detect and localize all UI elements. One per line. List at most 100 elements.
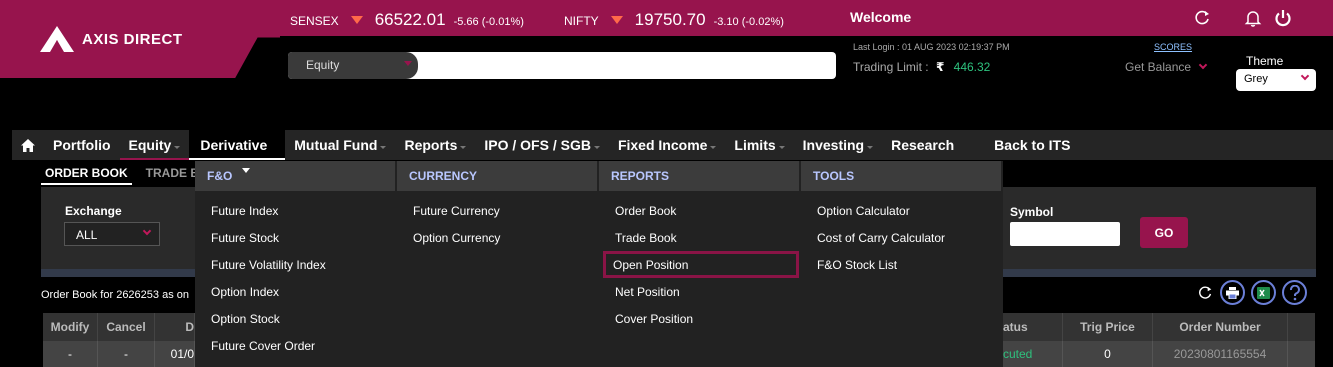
nav-back-to-its[interactable]: Back to ITS [985,130,1079,160]
chevron-down-icon [174,145,181,149]
theme-value: Grey [1244,73,1268,85]
menu-item-cover-position[interactable]: Cover Position [599,305,801,332]
nav-label: Research [891,137,955,153]
nav-limits[interactable]: Limits [725,130,793,160]
axis-direct-logo[interactable]: AXIS DIRECT [38,24,183,54]
ticker-change: -3.10 (-0.02%) [713,16,784,28]
menu-item-open-position[interactable]: Open Position [603,251,799,278]
trading-limit-label: Trading Limit : [853,60,929,74]
nav-label: Fixed Income [617,137,708,153]
menu-item-fno-stock-list[interactable]: F&O Stock List [801,251,1003,278]
nav-label: Limits [734,137,776,153]
column-header-cancel[interactable]: Cancel [98,313,155,341]
derivative-mega-menu: F&O Future Index Future Stock Future Vol… [195,161,1003,367]
ticker-value: 19750.70 [634,10,706,29]
go-button[interactable]: GO [1140,217,1188,248]
print-icon [1226,286,1239,299]
chevron-down-icon [867,145,874,149]
caret-up-icon [242,168,250,173]
chevron-down-icon [380,145,387,149]
bell-icon[interactable] [1243,8,1263,28]
ticker-bar: SENSEX 66522.01 -5.66 (-0.01%) NIFTY 197… [280,0,838,36]
nav-fixed-income[interactable]: Fixed Income [609,130,725,160]
column-header-order-number[interactable]: Order Number [1153,313,1288,341]
ticker-name: SENSEX [290,14,339,28]
tab-order-book[interactable]: ORDER BOOK [41,164,132,185]
down-arrow-icon [350,16,363,24]
menu-heading: F&O [195,161,395,191]
menu-item-net-position[interactable]: Net Position [599,278,801,305]
home-button[interactable] [12,130,44,160]
down-arrow-icon [610,16,623,24]
cell-modify[interactable]: - [43,341,98,367]
column-header-date[interactable]: D [155,313,195,341]
ticker-change: -5.66 (-0.01%) [453,16,524,28]
logo-text: AXIS DIRECT [82,30,183,48]
cell-order-number: 20230801165554 [1153,341,1288,367]
exchange-value: ALL [76,228,98,242]
chevron-down-icon [778,145,785,149]
menu-item-option-stock[interactable]: Option Stock [195,305,397,332]
nav-label: Portfolio [53,137,111,153]
nav-equity[interactable]: Equity [119,130,190,160]
help-button[interactable] [1282,280,1307,305]
rupee-icon: ₹ [935,60,945,74]
get-balance-button[interactable]: Get Balance [1125,60,1208,74]
theme-select[interactable]: Grey [1236,69,1316,91]
cell-cancel[interactable]: - [98,341,155,367]
menu-column-currency: CURRENCY Future Currency Option Currency [397,161,599,367]
segment-value: Equity [306,58,340,72]
menu-item-option-calculator[interactable]: Option Calculator [801,197,1003,224]
nav-label: Mutual Fund [294,137,378,153]
menu-item-trade-book[interactable]: Trade Book [599,224,801,251]
print-button[interactable] [1220,280,1245,305]
cell-status: cuted [1003,341,1063,367]
segment-select[interactable]: Equity [288,52,418,79]
symbol-input[interactable] [1010,222,1120,246]
nav-reports[interactable]: Reports [395,130,475,160]
scores-link[interactable]: SCORES [1154,42,1192,52]
menu-item-future-cover-order[interactable]: Future Cover Order [195,332,397,359]
nav-label: Derivative [200,137,268,153]
chevron-down-icon [1300,71,1310,81]
exchange-select[interactable]: ALL [64,222,160,246]
welcome-text: Welcome [850,9,912,25]
ticker-sensex[interactable]: SENSEX 66522.01 -5.66 (-0.01%) [290,10,524,30]
theme-label: Theme [1246,54,1284,68]
nav-portfolio[interactable]: Portfolio [44,130,120,160]
refresh-icon[interactable] [1196,284,1214,302]
menu-item-future-index[interactable]: Future Index [195,197,397,224]
chevron-down-icon [404,61,412,66]
menu-item-future-currency[interactable]: Future Currency [397,197,599,224]
menu-item-option-currency[interactable]: Option Currency [397,224,599,251]
export-excel-button[interactable] [1251,280,1276,305]
refresh-icon[interactable] [1192,8,1212,28]
menu-heading: REPORTS [599,161,799,191]
column-header-status[interactable]: atus [1003,313,1063,341]
excel-icon [1257,286,1270,299]
column-header-trig-price[interactable]: Trig Price [1063,313,1153,341]
nav-ipo-ofs-sgb[interactable]: IPO / OFS / SGB [475,130,609,160]
axis-logo-icon [40,26,74,52]
cell-date: 01/0 [155,341,195,367]
table-toolbar [1196,280,1307,305]
nav-mutual-fund[interactable]: Mutual Fund [285,130,395,160]
column-header-modify[interactable]: Modify [43,313,98,341]
menu-item-future-volatility-index[interactable]: Future Volatility Index [195,251,397,278]
nav-label: Investing [802,137,865,153]
nav-label: Reports [404,137,458,153]
ticker-nifty[interactable]: NIFTY 19750.70 -3.10 (-0.02%) [564,10,784,30]
get-balance-label: Get Balance [1125,60,1192,74]
search-input[interactable]: Equity [288,52,836,79]
nav-investing[interactable]: Investing [794,130,882,160]
chevron-down-icon [593,145,600,149]
menu-item-option-index[interactable]: Option Index [195,278,397,305]
menu-item-cost-of-carry-calculator[interactable]: Cost of Carry Calculator [801,224,1003,251]
menu-item-future-stock[interactable]: Future Stock [195,224,397,251]
nav-derivative[interactable]: Derivative [189,130,286,160]
menu-column-reports: REPORTS Order Book Trade Book Open Posit… [599,161,801,367]
nav-research[interactable]: Research [882,130,963,160]
menu-item-order-book[interactable]: Order Book [599,197,801,224]
power-icon[interactable] [1273,8,1293,28]
exchange-label: Exchange [65,204,122,218]
